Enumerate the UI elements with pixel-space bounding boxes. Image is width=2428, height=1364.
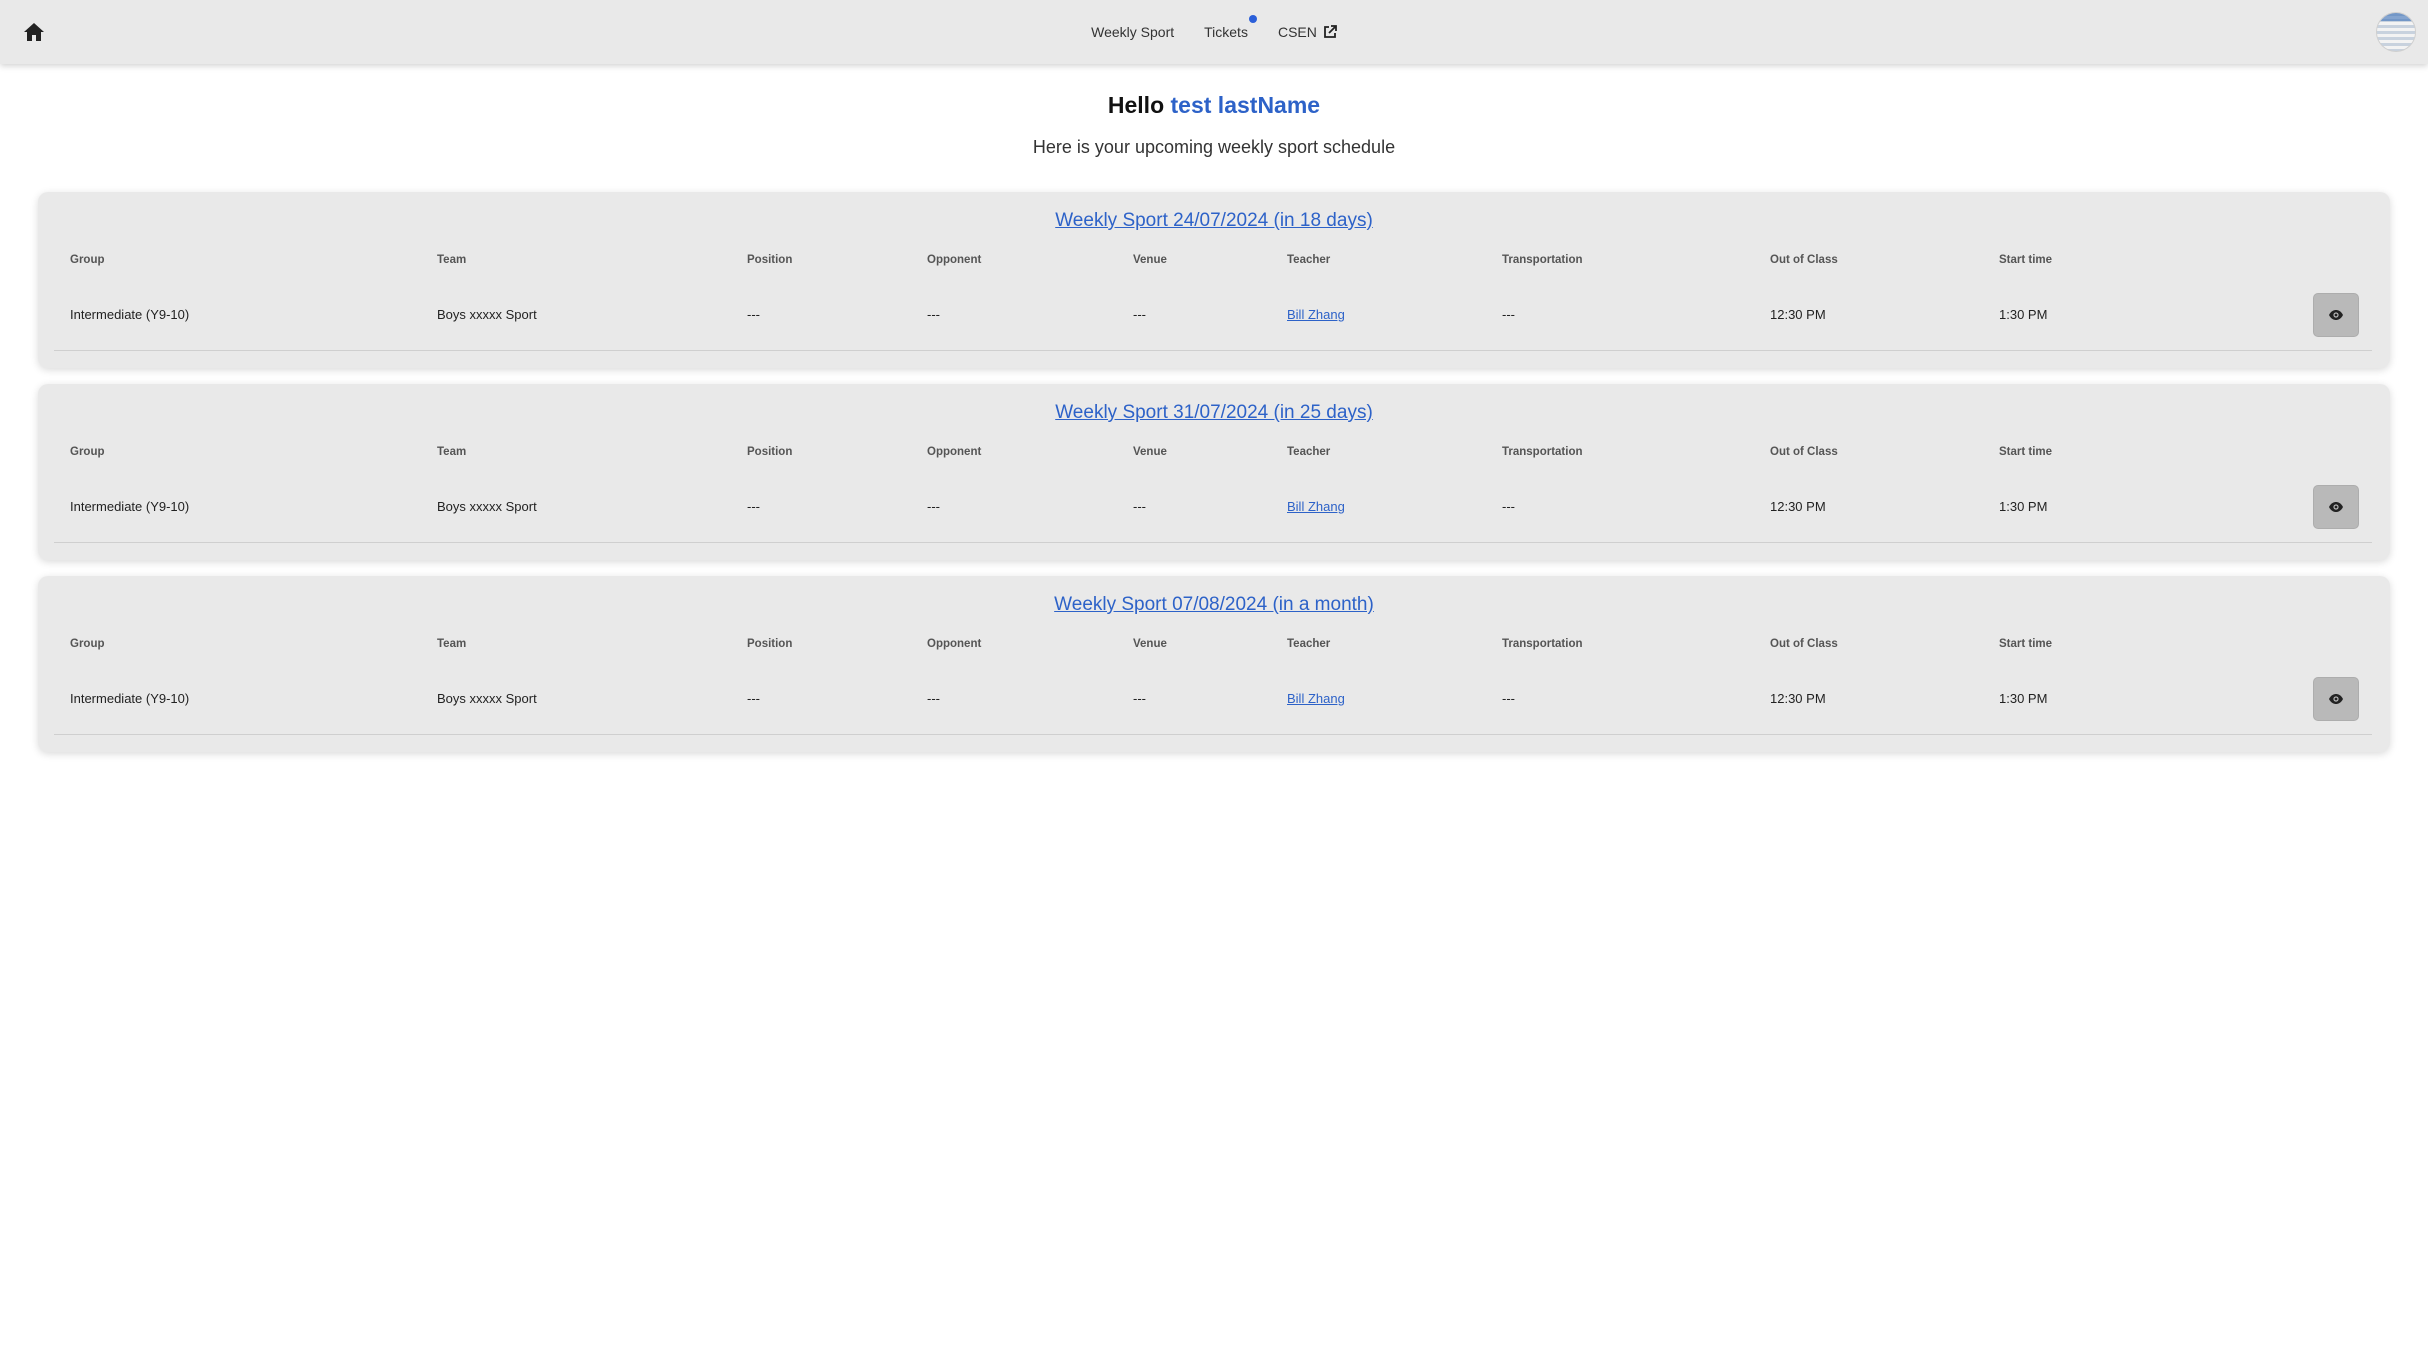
row-divider <box>54 350 2372 351</box>
column-header: Venue <box>1133 638 1167 650</box>
table-cell: 1:30 PM <box>1999 691 2048 706</box>
table-cell: --- <box>927 307 940 322</box>
nav-weekly-sport[interactable]: Weekly Sport <box>1091 24 1174 40</box>
table-cell: --- <box>1502 307 1515 322</box>
column-header: Opponent <box>927 254 982 266</box>
top-navbar: Weekly Sport Tickets CSEN <box>0 0 2428 64</box>
table-cell: --- <box>927 499 940 514</box>
column-header: Transportation <box>1502 254 1583 266</box>
column-header: Start time <box>1999 254 2053 266</box>
teacher-link[interactable]: Bill Zhang <box>1287 499 1345 514</box>
column-header: Teacher <box>1287 446 1331 458</box>
nav-csen[interactable]: CSEN <box>1278 24 1337 40</box>
column-header: Transportation <box>1502 638 1583 650</box>
column-header: Start time <box>1999 638 2053 650</box>
column-header: Opponent <box>927 638 982 650</box>
column-header: Team <box>437 254 467 266</box>
column-header: Teacher <box>1287 638 1331 650</box>
schedule-card: Weekly Sport 24/07/2024 (in 18 days) Grou… <box>38 192 2390 368</box>
table-cell: Intermediate (Y9-10) <box>70 307 190 322</box>
row-divider <box>54 542 2372 543</box>
schedule-card: Weekly Sport 07/08/2024 (in a month) Grou… <box>38 576 2390 752</box>
table-cell: Boys xxxxx Sport <box>437 499 537 514</box>
view-button[interactable] <box>2313 293 2359 337</box>
table-cell: 12:30 PM <box>1770 691 1826 706</box>
view-button[interactable] <box>2313 485 2359 529</box>
schedule-card: Weekly Sport 31/07/2024 (in 25 days) Grou… <box>38 384 2390 560</box>
eye-icon <box>2329 694 2343 704</box>
column-header: Group <box>70 254 105 266</box>
column-header: Transportation <box>1502 446 1583 458</box>
table-cell: --- <box>747 691 760 706</box>
external-link-icon <box>1323 25 1337 38</box>
nav-tickets[interactable]: Tickets <box>1204 15 1257 40</box>
table-cell: --- <box>747 499 760 514</box>
column-header: Team <box>437 638 467 650</box>
column-header: Out of Class <box>1770 446 1838 458</box>
view-button[interactable] <box>2313 677 2359 721</box>
column-header: Position <box>747 254 793 266</box>
teacher-link[interactable]: Bill Zhang <box>1287 307 1345 322</box>
table-cell: Boys xxxxx Sport <box>437 691 537 706</box>
table-cell: --- <box>1502 691 1515 706</box>
column-header: Venue <box>1133 446 1167 458</box>
table-cell: --- <box>1133 307 1146 322</box>
table-cell: 12:30 PM <box>1770 499 1826 514</box>
table-cell: 12:30 PM <box>1770 307 1826 322</box>
eye-icon <box>2329 310 2343 320</box>
eye-icon <box>2329 502 2343 512</box>
row-divider <box>54 734 2372 735</box>
column-header: Opponent <box>927 446 982 458</box>
table-cell: Boys xxxxx Sport <box>437 307 537 322</box>
column-header: Out of Class <box>1770 638 1838 650</box>
schedule-title-link[interactable]: Weekly Sport 31/07/2024 (in 25 days) <box>38 402 2390 424</box>
schedule-title-link[interactable]: Weekly Sport 07/08/2024 (in a month) <box>38 594 2390 616</box>
table-cell: 1:30 PM <box>1999 307 2048 322</box>
column-header: Position <box>747 638 793 650</box>
table-cell: --- <box>1133 499 1146 514</box>
column-header: Teacher <box>1287 254 1331 266</box>
column-header: Group <box>70 446 105 458</box>
greeting-heading: Hello test lastName <box>1107 92 1321 118</box>
column-header: Position <box>747 446 793 458</box>
table-cell: --- <box>1502 499 1515 514</box>
schedule-title-link[interactable]: Weekly Sport 24/07/2024 (in 18 days) <box>38 210 2390 232</box>
column-header: Team <box>437 446 467 458</box>
column-header: Venue <box>1133 254 1167 266</box>
table-cell: Intermediate (Y9-10) <box>70 691 190 706</box>
teacher-link[interactable]: Bill Zhang <box>1287 691 1345 706</box>
column-header: Out of Class <box>1770 254 1838 266</box>
table-cell: Intermediate (Y9-10) <box>70 499 190 514</box>
table-cell: --- <box>747 307 760 322</box>
column-header: Start time <box>1999 446 2053 458</box>
avatar[interactable] <box>2376 12 2416 52</box>
user-name: test lastName <box>1170 92 1321 118</box>
nav-links: Weekly Sport Tickets CSEN <box>0 0 2428 64</box>
table-cell: --- <box>927 691 940 706</box>
table-cell: --- <box>1133 691 1146 706</box>
table-cell: 1:30 PM <box>1999 499 2048 514</box>
page-subtitle: Here is your upcoming weekly sport sched… <box>1032 137 1396 157</box>
column-header: Group <box>70 638 105 650</box>
notification-dot <box>1248 15 1257 23</box>
